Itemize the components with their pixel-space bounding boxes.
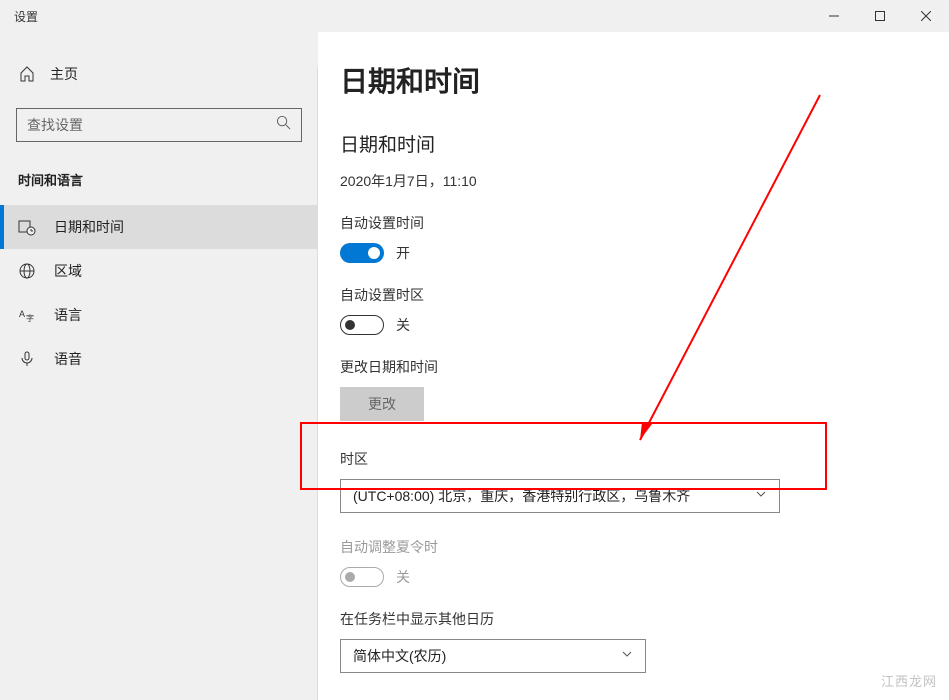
watermark: 江西龙网 xyxy=(881,671,937,690)
close-button[interactable] xyxy=(903,0,949,32)
svg-text:字: 字 xyxy=(26,313,34,323)
search-icon xyxy=(276,115,291,135)
timezone-dropdown[interactable]: (UTC+08:00) 北京，重庆，香港特别行政区，乌鲁木齐 xyxy=(340,479,780,513)
change-datetime-label: 更改日期和时间 xyxy=(340,357,927,377)
auto-timezone-label: 自动设置时区 xyxy=(340,285,927,305)
auto-timezone-state: 关 xyxy=(396,315,410,335)
sidebar-item-speech[interactable]: 语音 xyxy=(0,337,318,381)
sidebar-item-language[interactable]: A字 语言 xyxy=(0,293,318,337)
home-icon xyxy=(18,66,36,82)
calendar-clock-icon xyxy=(18,218,36,236)
sidebar-item-label: 日期和时间 xyxy=(54,217,124,237)
home-label: 主页 xyxy=(50,64,78,84)
sidebar-item-label: 语音 xyxy=(54,349,82,369)
timezone-value: (UTC+08:00) 北京，重庆，香港特别行政区，乌鲁木齐 xyxy=(353,486,690,506)
search-input[interactable]: 查找设置 xyxy=(16,108,302,142)
language-icon: A字 xyxy=(18,307,36,323)
window-controls xyxy=(811,0,949,32)
maximize-icon xyxy=(875,11,885,21)
sidebar-item-region[interactable]: 区域 xyxy=(0,249,318,293)
calendar-dropdown[interactable]: 简体中文(农历) xyxy=(340,639,646,673)
home-link[interactable]: 主页 xyxy=(0,52,318,96)
sidebar: 主页 查找设置 时间和语言 日期和时间 区域 A字 xyxy=(0,32,318,700)
auto-time-toggle[interactable] xyxy=(340,243,384,263)
dst-state: 关 xyxy=(396,567,410,587)
auto-time-state: 开 xyxy=(396,243,410,263)
change-button[interactable]: 更改 xyxy=(340,387,424,421)
section-title-datetime: 日期和时间 xyxy=(340,130,927,157)
sidebar-item-label: 区域 xyxy=(54,261,82,281)
page-title: 日期和时间 xyxy=(340,60,927,100)
chevron-down-icon xyxy=(755,487,767,505)
timezone-label: 时区 xyxy=(340,449,927,469)
maximize-button[interactable] xyxy=(857,0,903,32)
dst-label: 自动调整夏令时 xyxy=(340,537,927,557)
sidebar-section-header: 时间和语言 xyxy=(0,160,318,205)
microphone-icon xyxy=(18,351,36,367)
titlebar: 设置 xyxy=(0,0,949,32)
current-datetime: 2020年1月7日，11:10 xyxy=(340,171,927,191)
auto-time-label: 自动设置时间 xyxy=(340,213,927,233)
globe-icon xyxy=(18,263,36,279)
auto-timezone-toggle[interactable] xyxy=(340,315,384,335)
svg-text:A: A xyxy=(19,309,25,319)
close-icon xyxy=(921,11,931,21)
chevron-down-icon xyxy=(621,647,633,665)
search-placeholder: 查找设置 xyxy=(27,115,83,135)
taskbar-calendar-label: 在任务栏中显示其他日历 xyxy=(340,609,927,629)
dst-toggle xyxy=(340,567,384,587)
main-content: 日期和时间 日期和时间 2020年1月7日，11:10 自动设置时间 开 自动设… xyxy=(318,32,949,700)
window-title: 设置 xyxy=(14,8,38,25)
minimize-button[interactable] xyxy=(811,0,857,32)
minimize-icon xyxy=(829,11,839,21)
sidebar-item-label: 语言 xyxy=(54,305,82,325)
calendar-value: 简体中文(农历) xyxy=(353,646,446,666)
sidebar-item-datetime[interactable]: 日期和时间 xyxy=(0,205,318,249)
